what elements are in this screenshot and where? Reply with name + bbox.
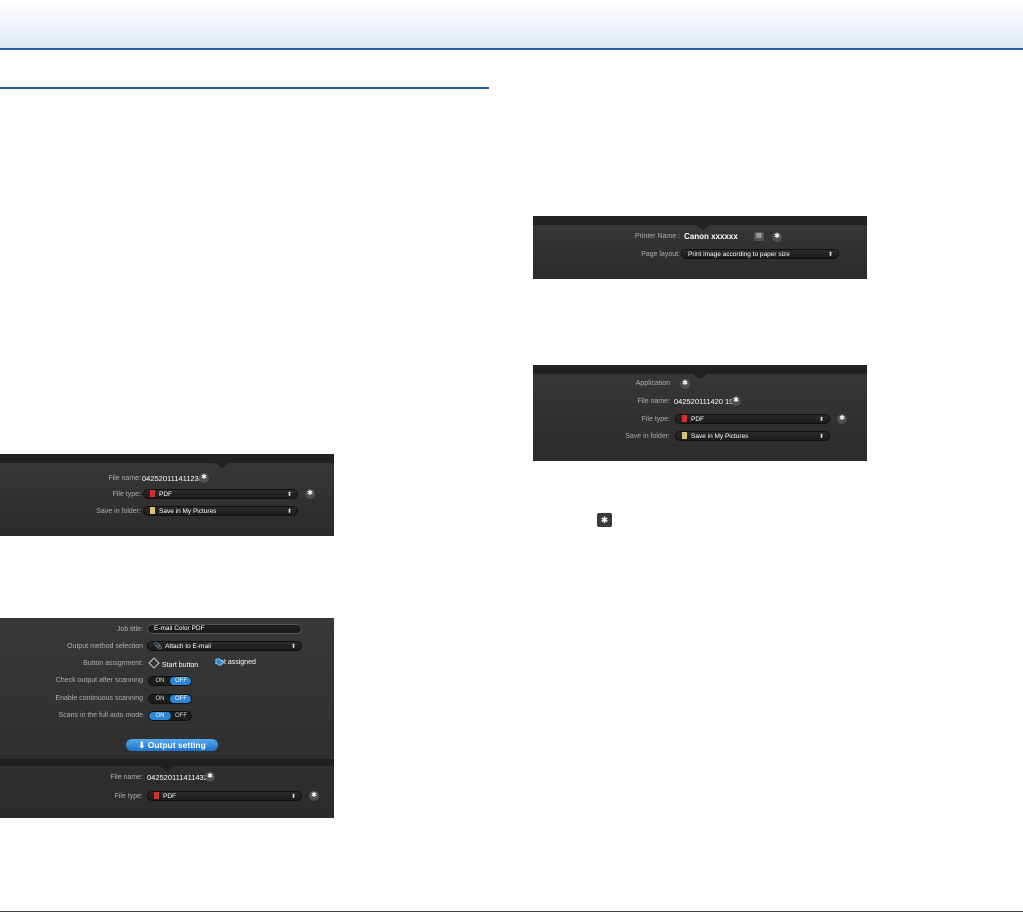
gear-icon[interactable]: ✱ [309, 791, 319, 801]
up-down-arrows-icon: ⬍ [818, 434, 824, 440]
file-settings-panel: File name: 042520111411238 ✱ File type: … [0, 454, 334, 536]
printer-name-value[interactable]: Canon xxxxxx [684, 232, 738, 241]
application-settings-panel: Application ✱ File name: 042520111420 19… [533, 365, 867, 461]
toggle-on: ON [149, 712, 171, 720]
file-type-value: PDF [691, 416, 704, 423]
gear-icon[interactable]: ✱ [680, 379, 690, 389]
down-arrow-icon: ⬇ [138, 740, 146, 750]
folder-icon [682, 432, 687, 439]
up-down-arrows-icon: ⬍ [286, 492, 292, 498]
panel-notch [693, 374, 707, 379]
full-auto-toggle[interactable]: ON OFF [148, 711, 192, 721]
page-header-bar [0, 0, 1023, 50]
file-name-label: File name: [108, 475, 141, 482]
output-method-select[interactable]: 📎 Attach to E-mail ⬍ [147, 641, 302, 651]
file-type-label: File type: [641, 416, 670, 423]
file-type-select[interactable]: PDF ⬍ [147, 791, 302, 801]
job-title-label: Job title: [116, 626, 143, 633]
file-type-label: File type: [112, 491, 141, 498]
full-auto-label: Scans in the full auto mode [58, 712, 143, 719]
gear-icon[interactable]: ✱ [731, 396, 741, 406]
pdf-file-icon [154, 792, 159, 799]
panel-top-band [0, 454, 334, 463]
file-name-value[interactable]: 042520111411432 [147, 773, 208, 782]
save-in-value: Save in My Pictures [159, 508, 217, 515]
check-output-toggle[interactable]: ON OFF [148, 676, 192, 686]
up-down-arrows-icon: ⬍ [818, 417, 824, 423]
up-down-arrows-icon: ⬍ [290, 794, 296, 800]
printer-icon[interactable]: ▤ [754, 232, 764, 241]
page-layout-value: Print image according to paper size [688, 251, 790, 258]
file-type-label: File type: [114, 793, 143, 800]
file-name-value[interactable]: 042520111411238 [142, 474, 203, 483]
application-label: Application [635, 380, 670, 387]
output-setting-button[interactable]: ⬇ Output setting [126, 739, 218, 751]
continuous-scanning-label: Enable continuous scanning [55, 695, 143, 702]
job-title-input[interactable]: E-mail Color PDF [147, 624, 302, 634]
folder-icon [150, 507, 155, 514]
start-button-label: Start button [162, 662, 199, 669]
start-button-radio[interactable]: Start button [148, 657, 199, 669]
output-method-value: Attach to E-mail [165, 643, 211, 650]
output-method-label: Output method selection [67, 643, 143, 650]
check-output-label: Check output after scanning [55, 677, 143, 684]
up-down-arrows-icon: ⬍ [290, 644, 296, 650]
toggle-off: OFF [175, 713, 187, 719]
file-name-label: File name: [110, 774, 143, 781]
gear-icon[interactable]: ✱ [305, 489, 315, 499]
toggle-off: OFF [170, 695, 191, 703]
job-settings-panel: Job title: E-mail Color PDF Output metho… [0, 618, 334, 818]
pdf-file-icon [682, 415, 687, 422]
save-in-label: Save in folder: [96, 508, 141, 515]
button-assignment-label: Button assignment: [83, 660, 143, 667]
gear-icon[interactable]: ✱ [837, 414, 847, 424]
footer-divider [0, 911, 1023, 912]
save-in-select[interactable]: Save in My Pictures ⬍ [675, 431, 830, 441]
file-name-label: File name: [637, 398, 670, 405]
gear-icon[interactable]: ✱ [205, 772, 215, 782]
panel-notch [160, 766, 174, 771]
up-down-arrows-icon: ⬍ [286, 509, 292, 515]
file-name-value[interactable]: 042520111420 19 [674, 397, 733, 406]
panel-notch [696, 225, 710, 230]
paperclip-icon: 📎 [154, 643, 163, 650]
panel-top-band [533, 365, 867, 374]
file-type-select[interactable]: PDF ⬍ [675, 414, 830, 424]
panel-top-band [533, 216, 867, 225]
save-in-label: Save in folder: [625, 433, 670, 440]
section-divider [0, 87, 489, 89]
pdf-file-icon [150, 490, 155, 497]
gear-icon: ✱ [597, 513, 612, 527]
up-down-arrows-icon: ⬍ [827, 252, 833, 258]
not-assigned-radio[interactable]: Not assigned [214, 657, 256, 667]
save-in-value: Save in My Pictures [691, 433, 749, 440]
page-layout-label: Page layout: [641, 251, 680, 258]
gear-icon[interactable]: ✱ [772, 232, 782, 242]
panel-divider-band [0, 759, 334, 766]
toggle-off: OFF [170, 677, 191, 685]
panel-notch [215, 463, 229, 468]
printer-name-label: Printer Name : [634, 233, 680, 240]
radio-diamond-icon [148, 657, 160, 669]
toggle-on: ON [155, 696, 165, 702]
save-in-select[interactable]: Save in My Pictures ⬍ [143, 506, 298, 516]
gear-icon[interactable]: ✱ [199, 473, 209, 483]
file-type-value: PDF [163, 793, 176, 800]
page-layout-select[interactable]: Print image according to paper size ⬍ [681, 249, 839, 259]
output-setting-label: Output setting [147, 740, 206, 750]
file-type-value: PDF [159, 491, 172, 498]
continuous-scanning-toggle[interactable]: ON OFF [148, 694, 192, 704]
toggle-on: ON [155, 678, 165, 684]
file-type-select[interactable]: PDF ⬍ [143, 489, 298, 499]
printer-settings-panel: Printer Name : Canon xxxxxx ▤ ✱ Page lay… [533, 216, 867, 279]
